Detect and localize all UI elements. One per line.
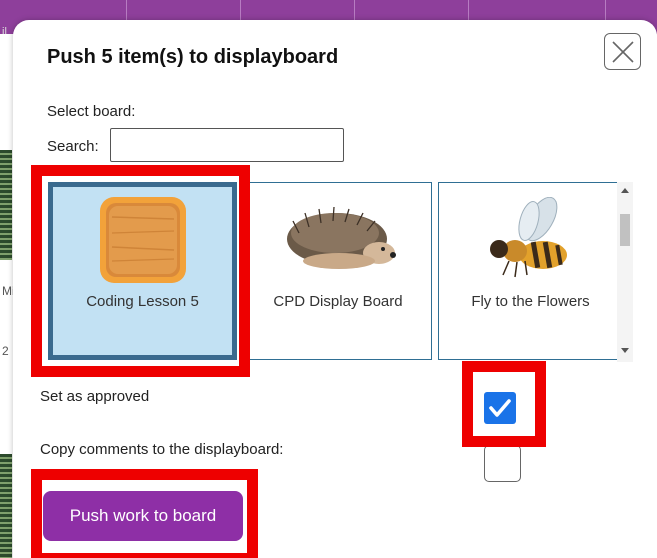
background-thumbnail — [0, 454, 12, 558]
search-input[interactable] — [110, 128, 344, 162]
copy-comments-checkbox[interactable] — [484, 445, 521, 482]
close-icon — [612, 41, 634, 63]
scroll-up-icon[interactable] — [621, 188, 629, 193]
bee-icon — [490, 197, 567, 278]
hedgehog-icon — [287, 206, 396, 269]
board-tile-fly-to-the-flowers[interactable]: Fly to the Flowers — [438, 182, 623, 360]
board-label: Fly to the Flowers — [471, 293, 590, 310]
board-tile-cpd-display-board[interactable]: CPD Display Board — [244, 182, 432, 360]
background-text: 2 — [2, 344, 9, 358]
select-board-label: Select board: — [47, 103, 136, 120]
scroll-down-icon[interactable] — [621, 348, 629, 353]
highlight-push-button — [31, 469, 258, 558]
background-thumbnail — [0, 150, 12, 260]
set-approved-label: Set as approved — [40, 388, 150, 405]
board-list-scrollbar[interactable] — [617, 182, 633, 362]
search-label: Search: — [47, 138, 99, 155]
highlight-approved-checkbox — [462, 361, 546, 447]
scrollbar-thumb[interactable] — [620, 214, 630, 246]
copy-comments-label: Copy comments to the displayboard: — [40, 441, 284, 458]
close-button[interactable] — [604, 33, 641, 70]
modal-title: Push 5 item(s) to displayboard — [47, 46, 339, 68]
board-label: CPD Display Board — [273, 293, 403, 310]
push-to-displayboard-modal: Push 5 item(s) to displayboard Select bo… — [13, 20, 657, 558]
highlight-selected-board — [31, 165, 250, 377]
